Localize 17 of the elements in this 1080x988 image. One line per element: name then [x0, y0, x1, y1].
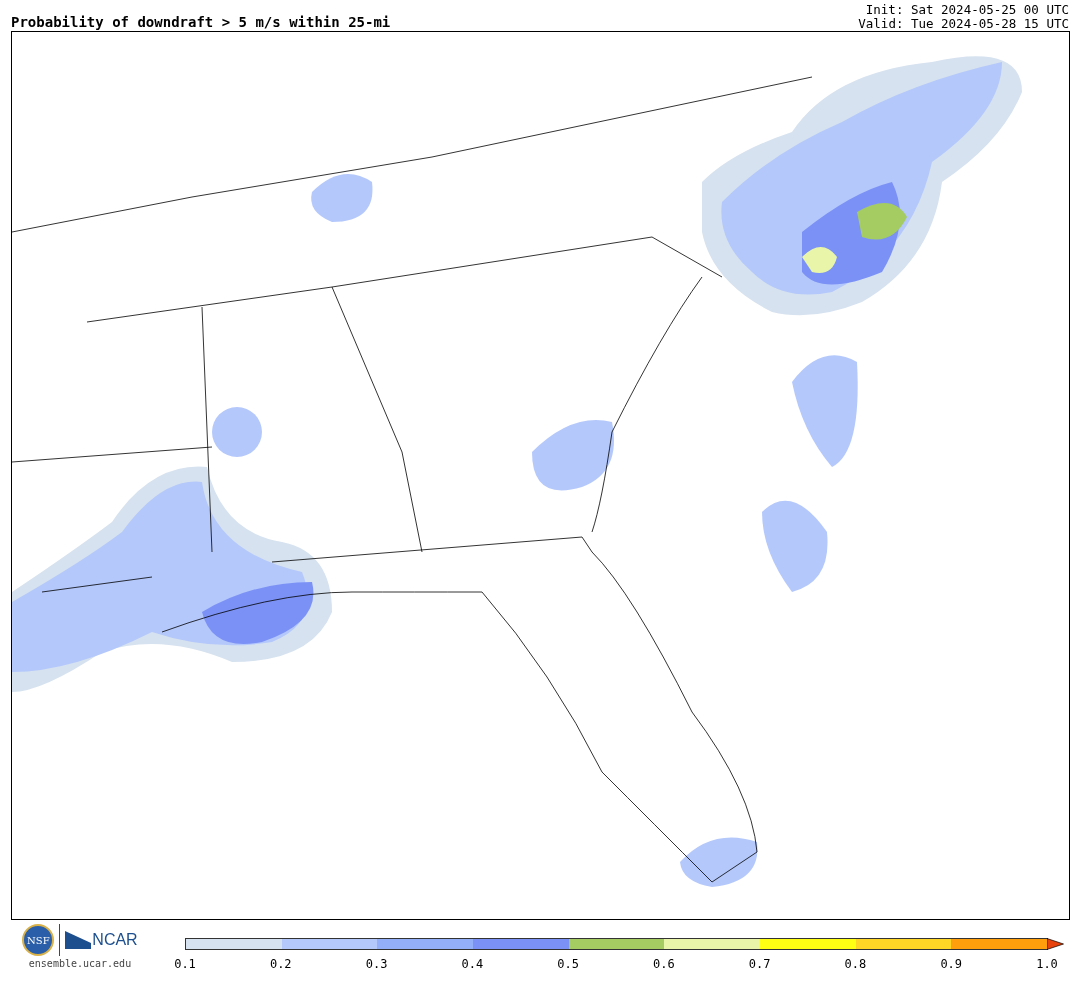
colorbar-tick-label: 0.7 — [748, 957, 771, 971]
colorbar-tick-label: 0.8 — [844, 957, 867, 971]
ncar-mark-icon — [65, 931, 92, 949]
colorbar-tick-label: 0.3 — [365, 957, 388, 971]
valid-time: Valid: Tue 2024-05-28 15 UTC — [858, 17, 1069, 31]
colorbar-tick-label: 0.2 — [269, 957, 292, 971]
colorbar-tick-label: 0.4 — [461, 957, 484, 971]
colorbar-tick-label: 0.1 — [174, 957, 196, 971]
colorbar-tick-label: 0.5 — [557, 957, 579, 971]
website-url: ensemble.ucar.edu — [28, 958, 132, 969]
ncar-logo: NCAR — [92, 931, 138, 949]
nsf-logo: NSF — [22, 924, 55, 956]
colorbar-tick-label: 0.6 — [653, 957, 675, 971]
map-title: Probability of downdraft > 5 m/s within 25-mi — [11, 13, 391, 31]
colorbar-tick-label: 1.0 — [1036, 957, 1058, 971]
init-time: Init: Sat 2024-05-25 00 UTC — [865, 3, 1069, 17]
colorbar-tick-label: 0.9 — [940, 957, 963, 971]
